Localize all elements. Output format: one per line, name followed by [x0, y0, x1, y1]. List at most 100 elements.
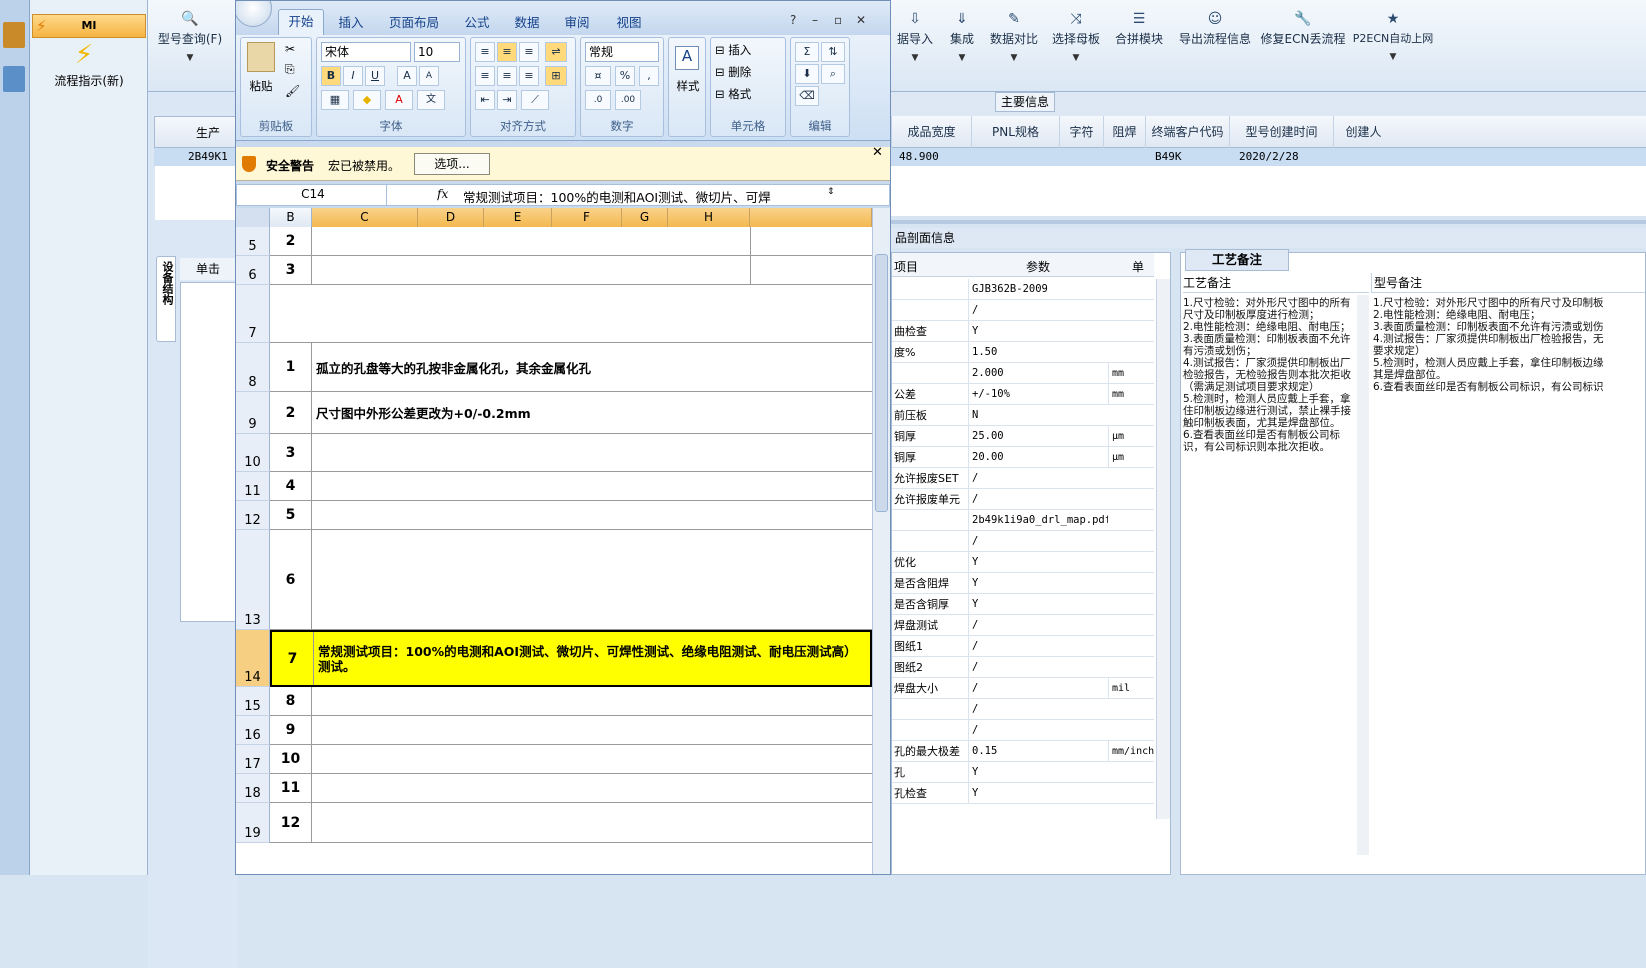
comma-icon[interactable]: ,	[639, 66, 659, 86]
factory-icon[interactable]	[3, 22, 25, 48]
sheet-row[interactable]: 5	[270, 501, 872, 530]
row-header[interactable]: 14	[236, 630, 270, 687]
col-header-next[interactable]	[750, 208, 872, 227]
param-row[interactable]: /	[892, 699, 1154, 720]
sheet-row[interactable]: 3	[270, 256, 872, 285]
sheet-row[interactable]: 12	[270, 803, 872, 843]
wrap-text-icon[interactable]: ⇌	[545, 42, 567, 62]
row-header[interactable]: 12	[236, 501, 270, 530]
sheet-row[interactable]: 11	[270, 774, 872, 803]
scroll-thumb[interactable]	[875, 254, 888, 512]
col-mask[interactable]: 阻焊	[1103, 116, 1145, 148]
item-content-cell[interactable]	[316, 745, 872, 773]
row-header[interactable]: 16	[236, 716, 270, 745]
craft-scrollbar[interactable]	[1357, 295, 1369, 855]
param-row[interactable]: 公差 +/-10% mm	[892, 384, 1154, 405]
col-header-e[interactable]: E	[484, 208, 552, 227]
param-row[interactable]: 优化 Y	[892, 552, 1154, 573]
function-icon[interactable]: fx	[437, 187, 457, 201]
param-row[interactable]: 允许报废SET /	[892, 468, 1154, 489]
vertical-scrollbar[interactable]	[872, 208, 890, 874]
vertical-tab[interactable]: 设备结构	[156, 256, 176, 342]
currency-icon[interactable]: ¤	[585, 66, 611, 86]
param-row[interactable]: 是否含铜厚 Y	[892, 594, 1154, 615]
col-pnl[interactable]: PNL规格	[971, 116, 1059, 148]
col-char[interactable]: 字符	[1059, 116, 1103, 148]
item-number-cell[interactable]: 12	[270, 803, 312, 842]
minimize-icon[interactable]: –	[812, 13, 818, 27]
grow-font-button[interactable]: A	[397, 66, 417, 86]
param-row[interactable]: 前压板 N	[892, 405, 1154, 426]
formula-input[interactable]: 常规测试项目：100%的电测和AOI测试、微切片、可焊	[463, 187, 823, 206]
row-header[interactable]: 11	[236, 472, 270, 501]
param-row[interactable]: /	[892, 531, 1154, 552]
param-row[interactable]: 度% 1.50	[892, 342, 1154, 363]
row-header[interactable]: 7	[236, 285, 270, 343]
table-row[interactable]: 48.900 B49K 2020/2/28	[891, 148, 1646, 166]
col-created[interactable]: 型号创建时间	[1229, 116, 1333, 148]
export-flow-button[interactable]: ☺ 导出流程信息	[1172, 8, 1258, 88]
restore-icon[interactable]: ▫	[834, 13, 842, 27]
row-header[interactable]: 9	[236, 392, 270, 434]
decrease-indent-icon[interactable]: ⇤	[475, 90, 495, 110]
autosum-icon[interactable]: Σ	[795, 42, 819, 62]
item-content-cell[interactable]	[316, 716, 872, 744]
col-customer[interactable]: 终端客户代码	[1145, 116, 1229, 148]
align-center-icon[interactable]: ≡	[497, 66, 517, 86]
col-unit[interactable]: 单	[1132, 258, 1152, 275]
side-row-value[interactable]: 2B49K1	[154, 148, 236, 166]
row-header[interactable]: 18	[236, 774, 270, 803]
select-motherboard-button[interactable]: ⤨ 选择母板 ▼	[1046, 8, 1106, 88]
tab-home[interactable]: 开始	[278, 9, 324, 36]
clear-icon[interactable]: ⌫	[795, 86, 819, 106]
row-header[interactable]: 8	[236, 343, 270, 392]
item-content-cell[interactable]: 常规测试项目：100%的电测和AOI测试、微切片、可焊性测试、绝缘电阻测试、耐电…	[318, 632, 870, 685]
item-number-cell[interactable]: 3	[270, 256, 312, 284]
row-header[interactable]: 10	[236, 434, 270, 472]
model-query-button[interactable]: 🔍 型号查询(F) ▼	[152, 8, 228, 88]
item-number-cell[interactable]: 1	[270, 343, 312, 391]
flow-lightning-icon[interactable]: ⚡	[70, 40, 98, 70]
item-number-cell[interactable]: 8	[270, 687, 312, 715]
sheet-row[interactable]: 4	[270, 472, 872, 501]
select-all-corner[interactable]	[236, 208, 270, 227]
splitter[interactable]	[891, 220, 1646, 224]
model-remark-text[interactable]: 1.尺寸检验：对外形尺寸图中的所有尺寸及印制板 2.电性能检测：绝缘电阻、耐电压…	[1373, 297, 1645, 397]
machine-icon[interactable]	[3, 66, 25, 92]
param-row[interactable]: 2.000 mm	[892, 363, 1154, 384]
param-row[interactable]: /	[892, 720, 1154, 741]
tab-page-layout[interactable]: 页面布局	[378, 11, 450, 35]
style-icon[interactable]: A	[675, 46, 699, 70]
col-header-d[interactable]: D	[418, 208, 484, 227]
param-row[interactable]: 孔的最大极差 0.15 mm/inch	[892, 741, 1154, 762]
phonetic-icon[interactable]: 文	[417, 90, 445, 110]
align-bottom-icon[interactable]: ≡	[519, 42, 539, 62]
param-row[interactable]: 铜厚 20.00 μm	[892, 447, 1154, 468]
col-item[interactable]: 项目	[894, 258, 964, 275]
col-width[interactable]: 成品宽度	[891, 116, 971, 148]
align-right-icon[interactable]: ≡	[519, 66, 539, 86]
shrink-font-button[interactable]: A	[419, 66, 439, 86]
col-header-h[interactable]: H	[668, 208, 750, 227]
row-header[interactable]: 5	[236, 227, 270, 256]
italic-button[interactable]: I	[343, 66, 363, 86]
merge-center-icon[interactable]: ⊞	[545, 66, 567, 86]
item-content-cell[interactable]	[316, 501, 872, 529]
row-header[interactable]: 15	[236, 687, 270, 716]
sheet-row[interactable]: 10	[270, 745, 872, 774]
paste-button[interactable]: 粘贴	[245, 78, 277, 94]
expand-formula-icon[interactable]: ⇕	[827, 187, 837, 197]
item-number-cell[interactable]: 4	[270, 472, 312, 500]
style-button[interactable]: 样式	[671, 78, 705, 94]
item-content-cell[interactable]: 孤立的孔盘等大的孔按非金属化孔，其余金属化孔	[316, 343, 872, 391]
param-row[interactable]: 是否含阻焊 Y	[892, 573, 1154, 594]
tab-formula[interactable]: 公式	[454, 11, 500, 35]
percent-icon[interactable]: %	[615, 66, 635, 86]
item-number-cell[interactable]: 7	[272, 632, 314, 685]
item-number-cell[interactable]: 2	[270, 392, 312, 433]
item-number-cell[interactable]: 6	[270, 530, 312, 629]
border-icon[interactable]: ▦	[321, 90, 349, 110]
row-header[interactable]: 6	[236, 256, 270, 285]
item-content-cell[interactable]	[316, 434, 872, 471]
flow-indicator-link[interactable]: 流程指示(新)	[32, 72, 146, 89]
